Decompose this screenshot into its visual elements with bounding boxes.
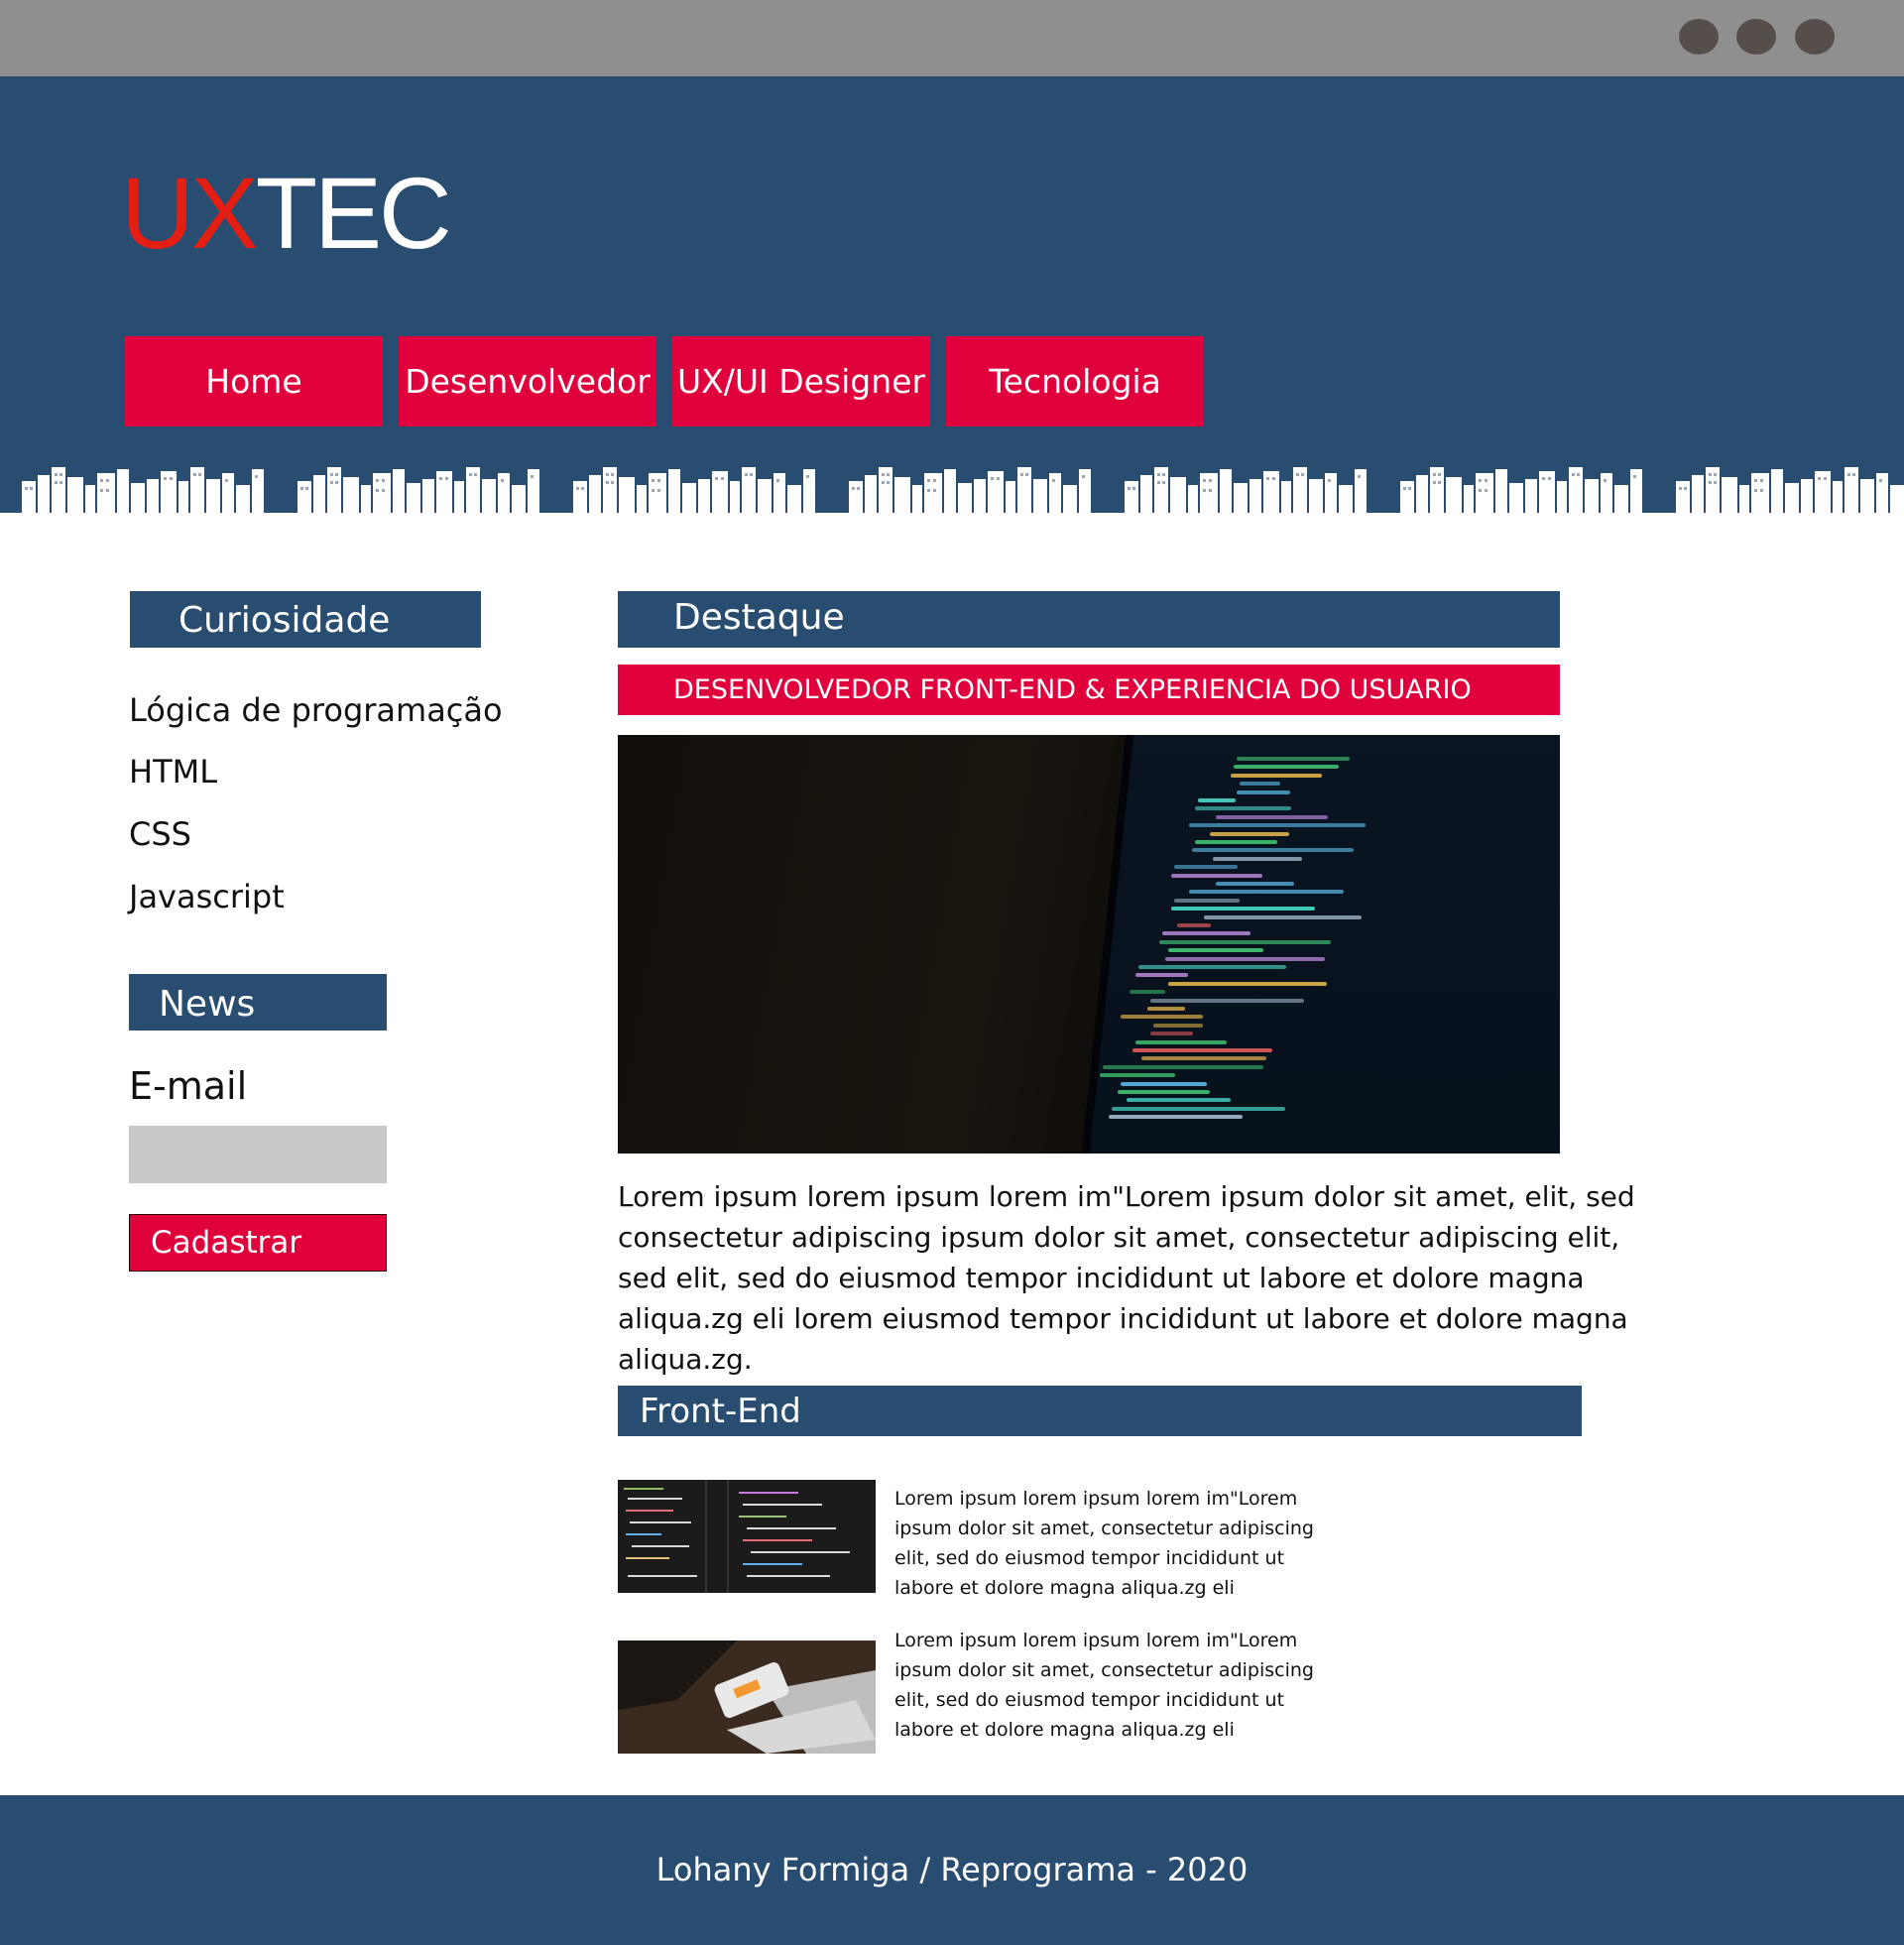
code-line bbox=[1240, 782, 1281, 787]
code-line bbox=[1171, 873, 1262, 878]
nav-label: Home bbox=[205, 362, 302, 401]
browser-titlebar bbox=[0, 0, 1904, 76]
code-line bbox=[1165, 956, 1325, 961]
code-line bbox=[1171, 907, 1315, 912]
code-line bbox=[1132, 1048, 1272, 1052]
destaque-heading: Destaque bbox=[618, 591, 1560, 648]
nav-home[interactable]: Home bbox=[125, 336, 383, 426]
destaque-heading-label: Destaque bbox=[673, 597, 845, 638]
frontend-heading-label: Front-End bbox=[640, 1392, 801, 1431]
code-line bbox=[1195, 806, 1291, 811]
nav-label: Tecnologia bbox=[989, 362, 1161, 401]
sidebar-link-logica[interactable]: Lógica de programação bbox=[129, 691, 503, 729]
code-line bbox=[1168, 981, 1328, 986]
sidebar-link-css[interactable]: CSS bbox=[129, 815, 191, 853]
code-line bbox=[1153, 1023, 1204, 1028]
code-line bbox=[1109, 1115, 1244, 1120]
code-line bbox=[1118, 1090, 1211, 1094]
code-line bbox=[1138, 965, 1286, 969]
code-line bbox=[1189, 823, 1366, 828]
code-line bbox=[1121, 1015, 1204, 1020]
code-line bbox=[1216, 814, 1328, 819]
code-line bbox=[1150, 998, 1304, 1003]
featured-body-text: Lorem ipsum lorem ipsum lorem im"Lorem i… bbox=[618, 1180, 1635, 1376]
code-line bbox=[1177, 923, 1211, 927]
code-line bbox=[1213, 856, 1303, 861]
window-dot-3[interactable] bbox=[1795, 19, 1835, 55]
code-line bbox=[1195, 840, 1277, 844]
article-text-1: Lorem ipsum lorem ipsum lorem im"Lorem i… bbox=[894, 1488, 1314, 1599]
code-editor-graphic bbox=[618, 1480, 876, 1593]
code-line bbox=[1121, 1081, 1207, 1086]
nav-label: Desenvolvedor bbox=[405, 362, 651, 401]
code-line bbox=[1216, 882, 1294, 886]
nav-tecnologia[interactable]: Tecnologia bbox=[946, 336, 1204, 426]
code-line bbox=[1174, 898, 1240, 903]
cadastrar-button[interactable]: Cadastrar bbox=[129, 1214, 387, 1272]
code-line bbox=[1234, 765, 1339, 770]
code-line bbox=[1174, 865, 1238, 870]
article-thumbnail-code[interactable] bbox=[618, 1480, 876, 1593]
featured-image[interactable] bbox=[618, 735, 1560, 1154]
code-line bbox=[1159, 939, 1332, 944]
site-logo[interactable]: UXTEC bbox=[121, 163, 452, 264]
site-header bbox=[0, 76, 1904, 516]
code-line bbox=[1130, 990, 1165, 995]
email-field[interactable] bbox=[129, 1126, 387, 1183]
news-heading: News bbox=[129, 974, 387, 1031]
logo-ux: UX bbox=[121, 157, 259, 270]
news-heading-label: News bbox=[159, 984, 256, 1025]
code-line bbox=[1168, 948, 1264, 953]
code-line bbox=[1189, 890, 1344, 895]
city-skyline-decoration bbox=[0, 461, 1904, 521]
footer-credit: Lohany Formiga / Reprograma - 2020 bbox=[655, 1851, 1249, 1888]
frontend-heading: Front-End bbox=[618, 1386, 1582, 1436]
code-line bbox=[1103, 1064, 1264, 1069]
code-line bbox=[1112, 1106, 1286, 1111]
email-label: E-mail bbox=[129, 1064, 248, 1108]
featured-subheading: DESENVOLVEDOR FRONT-END & EXPERIENCIA DO… bbox=[618, 665, 1560, 715]
code-line bbox=[1147, 1007, 1185, 1011]
code-line bbox=[1198, 798, 1236, 802]
code-line bbox=[1192, 848, 1354, 853]
code-line bbox=[1204, 914, 1363, 919]
code-line bbox=[1127, 1098, 1231, 1103]
code-line bbox=[1237, 790, 1290, 794]
code-line bbox=[1210, 831, 1289, 836]
nav-label: UX/UI Designer bbox=[676, 362, 926, 401]
curiosidade-heading-label: Curiosidade bbox=[178, 600, 391, 641]
sidebar-link-javascript[interactable]: Javascript bbox=[129, 878, 285, 915]
code-line bbox=[1135, 973, 1189, 978]
nav-desenvolvedor[interactable]: Desenvolvedor bbox=[399, 336, 656, 426]
article-text-2: Lorem ipsum lorem ipsum lorem im"Lorem i… bbox=[894, 1630, 1314, 1741]
code-line bbox=[1141, 1056, 1266, 1061]
code-line bbox=[1162, 931, 1251, 936]
code-line bbox=[1150, 1032, 1193, 1036]
logo-tec: TEC bbox=[255, 157, 452, 270]
code-line bbox=[1231, 773, 1322, 778]
sidebar-link-html[interactable]: HTML bbox=[129, 753, 217, 790]
window-dot-1[interactable] bbox=[1679, 19, 1719, 55]
code-line bbox=[1100, 1073, 1175, 1078]
article-thumbnail-laptop[interactable] bbox=[618, 1641, 876, 1754]
laptop-phone-graphic bbox=[618, 1641, 876, 1754]
curiosidade-heading: Curiosidade bbox=[130, 591, 481, 648]
nav-uxui-designer[interactable]: UX/UI Designer bbox=[672, 336, 930, 426]
code-line bbox=[1237, 757, 1351, 761]
code-line bbox=[1135, 1039, 1228, 1044]
window-dot-2[interactable] bbox=[1736, 19, 1776, 55]
